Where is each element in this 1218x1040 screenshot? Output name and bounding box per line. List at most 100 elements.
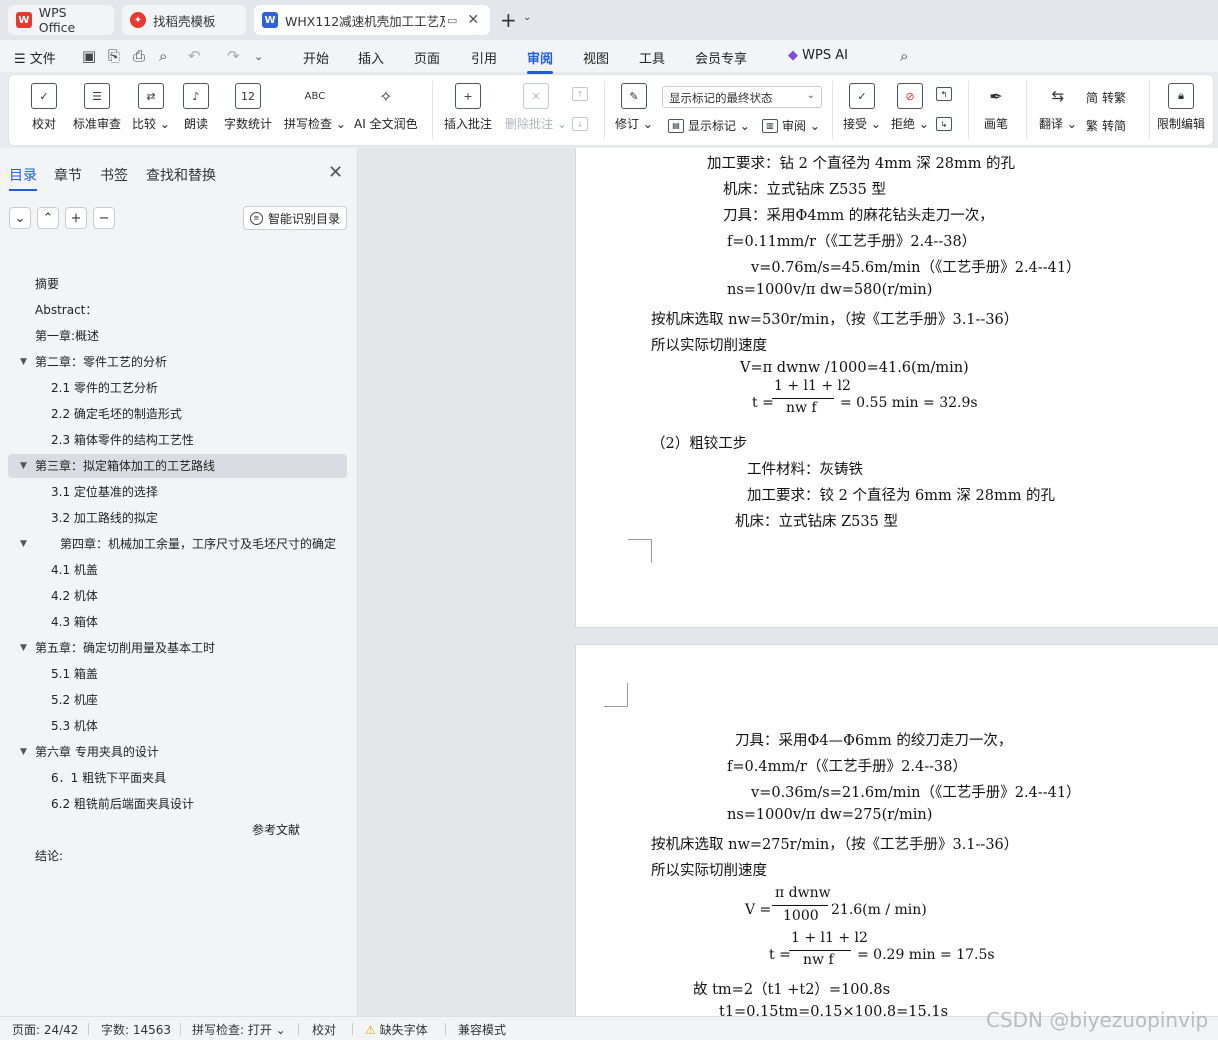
nav-tab-toc[interactable]: 目录 [9, 165, 37, 191]
tab-list-chevron-icon[interactable]: ⌄ [523, 12, 531, 23]
previous-revision-icon[interactable]: ↰ [936, 87, 956, 101]
toc-item[interactable]: ▼ 第五章：确定切削用量及基本工时 [8, 636, 347, 660]
toc-item[interactable]: ▼ 第三章：拟定箱体加工的工艺路线 [8, 454, 347, 478]
review-pane-button[interactable]: ▥ 审阅 ⌄ [762, 117, 820, 134]
toc-item[interactable]: 2.2 确定毛坯的制造形式 [8, 402, 347, 426]
expand-caret-icon[interactable]: ▼ [20, 532, 27, 556]
tab-document[interactable]: W WHX112减速机壳加工工艺及 ▭ ✕ [254, 5, 490, 35]
toc-item[interactable]: 2.1 零件的工艺分析 [8, 376, 347, 400]
nav-tab-bookmarks[interactable]: 书签 [100, 165, 128, 185]
toc-item[interactable]: Abstract： [8, 298, 347, 322]
toc-item[interactable]: 6．1 粗铣下平面夹具 [8, 766, 347, 790]
toc-item[interactable]: 6.2 粗铣前后端面夹具设计 [8, 792, 347, 816]
expand-caret-icon[interactable]: ▼ [20, 350, 27, 374]
spell-check-button[interactable]: ABC 拼写检查 ⌄ [284, 83, 346, 132]
menu-tools[interactable]: 工具 [639, 48, 665, 67]
missing-font-status[interactable]: ⚠ 缺失字体 [365, 1021, 428, 1038]
compare-button[interactable]: ⇄ 比较 ⌄ [132, 83, 170, 132]
document-canvas[interactable]: 加工要求：钻 2 个直径为 4mm 深 28mm 的孔 机床：立式钻床 Z535… [359, 148, 1218, 1016]
toc-item[interactable]: 摘要 [8, 272, 347, 296]
insert-comment-button[interactable]: + 插入批注 [444, 83, 492, 132]
remove-heading-minus-icon[interactable]: − [93, 207, 115, 229]
new-tab-plus-icon[interactable]: + [500, 8, 517, 32]
document-page-25[interactable]: 刀具：采用Φ4—Φ6mm 的绞刀走刀一次， f=0.4mm/r（《工艺手册》2.… [575, 644, 1218, 1016]
spell-check-status[interactable]: 拼写检查: 打开 ⌄ [192, 1021, 286, 1038]
close-panel-icon[interactable]: ✕ [328, 162, 343, 183]
expand-caret-icon[interactable]: ▼ [20, 454, 27, 478]
toc-item[interactable]: 5.2 机座 [8, 688, 347, 712]
accept-button[interactable]: ✓ 接受 ⌄ [843, 83, 881, 132]
undo-icon[interactable]: ↶ [188, 47, 201, 65]
show-markup-button[interactable]: ▤ 显示标记 ⌄ [668, 117, 750, 134]
toc-item[interactable]: 第一章:概述 [8, 324, 347, 348]
page-indicator[interactable]: 页面: 24/42 [12, 1021, 78, 1038]
doc-line: 按机床选取 nw=530r/min，（按《工艺手册》3.1--36） [651, 312, 1019, 328]
revise-button[interactable]: ✎ 修订 ⌄ [615, 83, 653, 132]
add-heading-plus-icon[interactable]: + [65, 207, 87, 229]
redo-icon[interactable]: ↷ [227, 47, 240, 65]
collapse-chevron-icon[interactable]: ⌄ [9, 207, 31, 229]
toc-item[interactable]: 5.3 机体 [8, 714, 347, 738]
save-icon[interactable]: ▣ [82, 47, 96, 65]
pen-button[interactable]: ✒ 画笔 [983, 83, 1009, 132]
search-icon[interactable]: ⌕ [900, 47, 908, 65]
toc-item[interactable]: 3.2 加工路线的拟定 [8, 506, 347, 530]
markup-state-dropdown[interactable]: 显示标记的最终状态 ⌄ [662, 86, 822, 108]
proofread-status[interactable]: 校对 [312, 1021, 336, 1038]
document-page-24[interactable]: 加工要求：钻 2 个直径为 4mm 深 28mm 的孔 机床：立式钻床 Z535… [575, 148, 1218, 628]
menu-reference[interactable]: 引用 [471, 48, 497, 67]
file-menu[interactable]: ☰ 文件 [14, 48, 56, 67]
compat-mode-status[interactable]: 兼容模式 [458, 1021, 506, 1038]
expand-caret-icon[interactable]: ▼ [20, 740, 27, 764]
toc-item[interactable]: 4.2 机体 [8, 584, 347, 608]
export-icon[interactable]: ⎘ [108, 47, 120, 65]
quick-access-more-icon[interactable]: ⌄ [254, 50, 263, 63]
menu-start[interactable]: 开始 [303, 48, 329, 67]
close-tab-icon[interactable]: ✕ [467, 12, 479, 28]
nav-tab-chapters[interactable]: 章节 [54, 165, 82, 185]
toc-item[interactable]: 5.1 箱盖 [8, 662, 347, 686]
toc-item[interactable]: 4.1 机盖 [8, 558, 347, 582]
doc-line: （2）粗铰工步 [651, 436, 748, 452]
word-count-status[interactable]: 字数: 14563 [101, 1021, 171, 1038]
previous-comment-icon[interactable]: ↑ [572, 87, 592, 101]
expand-chevron-icon[interactable]: ⌃ [37, 207, 59, 229]
menu-wps-ai[interactable]: ◆ WPS AI [788, 48, 848, 63]
tab-daoke-templates[interactable]: ✦ 找稻壳模板 [122, 5, 246, 35]
toc-item[interactable]: 参考文献 [8, 818, 347, 842]
proofread-button[interactable]: ✓ 校对 [31, 83, 57, 132]
to-simplified-button[interactable]: 繁转简 [1086, 117, 1126, 134]
toc-item[interactable]: 2.3 箱体零件的结构工艺性 [8, 428, 347, 452]
monitor-icon[interactable]: ▭ [447, 14, 457, 27]
menu-review[interactable]: 审阅 [527, 48, 554, 74]
menu-view[interactable]: 视图 [583, 48, 609, 67]
menu-page[interactable]: 页面 [414, 48, 440, 67]
restrict-edit-button[interactable]: 🔒︎ 限制编辑 [1157, 83, 1205, 132]
review-ribbon: ✓ 校对 ☰ 标准审查 ⇄ 比较 ⌄ ♪ 朗读 12 字数统计 ABC 拼写检查… [8, 74, 1214, 146]
expand-caret-icon[interactable]: ▼ [20, 636, 27, 660]
print-preview-icon[interactable]: ⌕ [159, 47, 167, 65]
menu-member[interactable]: 会员专享 [695, 48, 747, 67]
standard-review-button[interactable]: ☰ 标准审查 [73, 83, 121, 132]
smart-toc-button[interactable]: ≡ 智能识别目录 [243, 206, 347, 230]
menu-insert[interactable]: 插入 [358, 48, 384, 67]
print-icon[interactable]: ⎙ [133, 47, 145, 65]
read-aloud-button[interactable]: ♪ 朗读 [183, 83, 209, 132]
delete-comment-button[interactable]: ✕ 删除批注 ⌄ [505, 83, 567, 132]
tab-wps-office[interactable]: W WPS Office [8, 5, 114, 35]
translate-button[interactable]: ⇆ 翻译 ⌄ [1039, 83, 1077, 132]
toc-item[interactable]: ▼ 第四章：机械加工余量，工序尺寸及毛坯尺寸的确定 [8, 532, 347, 556]
next-comment-icon[interactable]: ↓ [572, 117, 592, 131]
next-revision-icon[interactable]: ↳ [936, 117, 956, 131]
toc-item[interactable]: ▼ 第二章：零件工艺的分析 [8, 350, 347, 374]
to-traditional-button[interactable]: 简转繁 [1086, 89, 1126, 106]
toc-item[interactable]: 3.1 定位基准的选择 [8, 480, 347, 504]
toc-item[interactable]: ▼ 第六章 专用夹具的设计 [8, 740, 347, 764]
nav-tab-find-replace[interactable]: 查找和替换 [146, 165, 216, 185]
reject-button[interactable]: ⊘ 拒绝 ⌄ [891, 83, 929, 132]
toc-item[interactable]: 结论: [8, 844, 347, 868]
toc-item[interactable]: 4.3 箱体 [8, 610, 347, 634]
doc-line: 所以实际切削速度 [651, 863, 767, 879]
ai-polish-button[interactable]: ✧ AI 全文润色 [354, 83, 418, 132]
word-count-button[interactable]: 12 字数统计 [224, 83, 272, 132]
